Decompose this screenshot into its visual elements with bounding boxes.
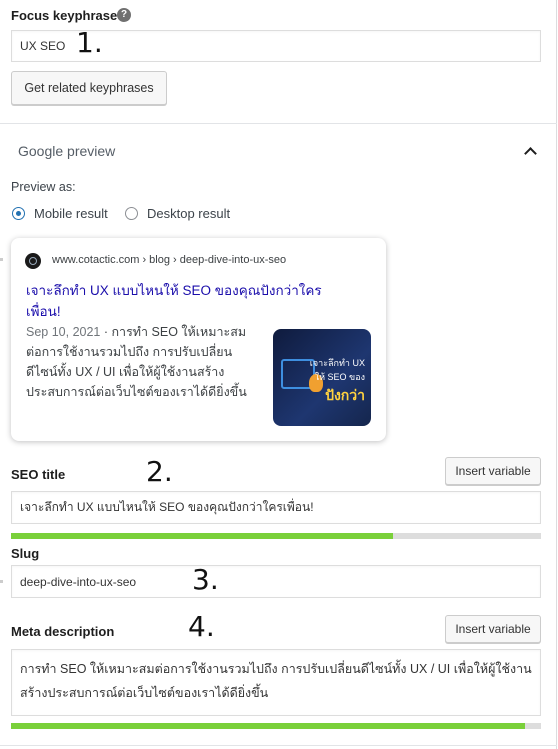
annotation-2: 2.: [146, 455, 173, 488]
serp-title-line1: เจาะลึกทำ UX แบบไหนให้ SEO ของคุณปังกว่า…: [26, 283, 322, 298]
serp-desc-line2: ต่อการใช้งานรวมไปถึง การปรับเปลี่ยน: [26, 345, 233, 359]
seo-title-value: เจาะลึกทำ UX แบบไหนให้ SEO ของคุณปังกว่า…: [20, 500, 314, 514]
slug-label: Slug: [11, 546, 40, 561]
seo-title-progress: [11, 533, 541, 539]
annotation-1: 1.: [76, 26, 103, 59]
meta-description-insert-variable-button[interactable]: Insert variable: [445, 615, 541, 643]
thumb-text-3: ปังกว่า: [325, 387, 365, 403]
seo-title-progress-fill: [11, 533, 393, 539]
edge-marker: [0, 258, 3, 261]
annotation-3: 3.: [192, 563, 219, 596]
meta-description-progress: [11, 723, 541, 729]
meta-description-textarea[interactable]: การทำ SEO ให้เหมาะสมต่อการใช้งานรวมไปถึง…: [11, 649, 541, 716]
mobile-result-radio[interactable]: [12, 207, 25, 220]
meta-description-progress-fill: [11, 723, 526, 729]
mobile-result-label[interactable]: Mobile result: [34, 206, 108, 221]
slug-value: deep-dive-into-ux-seo: [20, 574, 137, 589]
slug-input[interactable]: deep-dive-into-ux-seo: [11, 565, 541, 598]
serp-thumbnail: เจาะลึกทำ UX ให้ SEO ของ ปังกว่า: [273, 329, 371, 426]
serp-url: www.cotactic.com › blog › deep-dive-into…: [52, 254, 287, 266]
meta-description-line2: สร้างประสบการณ์ต่อเว็บไซต์ของเราได้ดียิ่…: [20, 686, 269, 700]
serp-title-line2: เพื่อน!: [26, 304, 61, 319]
serp-preview-card: www.cotactic.com › blog › deep-dive-into…: [11, 238, 386, 441]
seo-title-label: SEO title: [11, 467, 66, 482]
seo-title-insert-variable-button[interactable]: Insert variable: [445, 457, 541, 485]
section-divider: [0, 123, 557, 124]
annotation-4: 4.: [188, 610, 215, 643]
edge-marker-2: [0, 580, 3, 583]
bottom-divider: [0, 745, 557, 746]
serp-desc-line4: ประสบการณ์ต่อเว็บไซต์ของเราได้ดียิ่งขึ้น: [26, 385, 247, 399]
question-circle-icon[interactable]: ?: [117, 8, 131, 22]
get-related-keyphrases-button[interactable]: Get related keyphrases: [11, 71, 167, 105]
preview-as-label: Preview as:: [11, 180, 76, 194]
focus-keyphrase-label: Focus keyphrase: [11, 8, 118, 23]
site-favicon-icon: [25, 253, 41, 269]
desktop-result-label[interactable]: Desktop result: [147, 206, 230, 221]
serp-title[interactable]: เจาะลึกทำ UX แบบไหนให้ SEO ของคุณปังกว่า…: [26, 280, 376, 322]
meta-description-label: Meta description: [11, 624, 115, 639]
focus-keyphrase-value: UX SEO: [20, 39, 66, 53]
serp-desc-line3: ดีไซน์ทั้ง UX / UI เพื่อให้ผู้ใช้งานสร้า…: [26, 365, 225, 379]
desktop-result-radio[interactable]: [125, 207, 138, 220]
chevron-up-icon[interactable]: [524, 147, 537, 160]
google-preview-title: Google preview: [18, 143, 116, 159]
seo-panel: Focus keyphrase ? UX SEO 1. Get related …: [0, 0, 557, 749]
seo-title-input[interactable]: เจาะลึกทำ UX แบบไหนให้ SEO ของคุณปังกว่า…: [11, 491, 541, 524]
thumb-text-1: เจาะลึกทำ UX: [309, 358, 365, 368]
serp-date: Sep 10, 2021: [26, 325, 101, 339]
serp-desc-line1: · การทำ SEO ให้เหมาะสม: [100, 325, 247, 339]
thumb-text-2: ให้ SEO ของ: [314, 372, 365, 382]
meta-description-line1: การทำ SEO ให้เหมาะสมต่อการใช้งานรวมไปถึง…: [20, 662, 532, 676]
serp-description: Sep 10, 2021 · การทำ SEO ให้เหมาะสม ต่อก…: [26, 322, 271, 402]
